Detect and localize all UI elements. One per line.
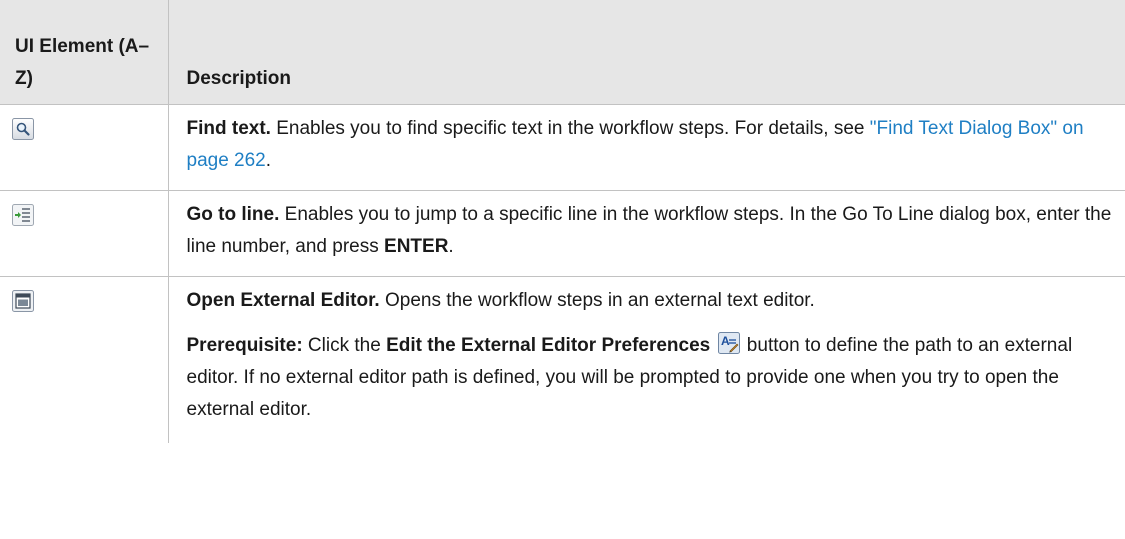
icon-cell [0, 276, 169, 443]
find-text-icon[interactable] [12, 118, 34, 140]
open-external-editor-title: Open External Editor. [186, 290, 380, 311]
table-row: Find text. Enables you to find specific … [0, 104, 1125, 191]
table-header-row: UI Element (A–Z) Description [0, 0, 1125, 105]
description-cell: Open External Editor. Opens the workflow… [168, 277, 1125, 444]
edit-preferences-icon[interactable]: A [717, 332, 740, 354]
go-to-line-body: Enables you to jump to a specific line i… [186, 204, 1112, 257]
period: . [265, 150, 272, 171]
icon-cell [0, 104, 169, 191]
find-text-body: Enables you to find specific text in the… [270, 118, 870, 139]
open-external-editor-description: Open External Editor. Opens the workflow… [187, 285, 1116, 317]
open-external-editor-icon[interactable] [12, 290, 34, 312]
period: . [448, 236, 454, 257]
icon-cell [0, 190, 169, 277]
ui-element-table: UI Element (A–Z) Description Find text. … [0, 0, 1125, 443]
open-external-editor-body: Opens the workflow steps in an external … [379, 290, 815, 311]
header-ui-element: UI Element (A–Z) [0, 0, 169, 105]
go-to-line-description: Go to line. Enables you to jump to a spe… [187, 199, 1116, 263]
description-cell: Go to line. Enables you to jump to a spe… [168, 190, 1125, 277]
find-text-description: Find text. Enables you to find specific … [187, 113, 1116, 177]
prerequisite-note: Prerequisite: Click the Edit the Externa… [187, 330, 1116, 426]
header-description: Description [168, 0, 1125, 105]
table-row: Open External Editor. Opens the workflow… [0, 276, 1125, 444]
description-cell: Find text. Enables you to find specific … [168, 104, 1125, 191]
prerequisite-label: Prerequisite: [186, 335, 303, 356]
svg-text:A: A [721, 334, 730, 348]
edit-preferences-button-label: Edit the External Editor Preferences [386, 335, 711, 356]
go-to-line-title: Go to line. [186, 204, 280, 225]
find-text-title: Find text. [186, 118, 271, 139]
enter-key-label: ENTER [384, 236, 449, 257]
prerequisite-text-pre: Click the [302, 335, 387, 356]
table-row: Go to line. Enables you to jump to a spe… [0, 190, 1125, 277]
go-to-line-icon[interactable] [12, 204, 34, 226]
